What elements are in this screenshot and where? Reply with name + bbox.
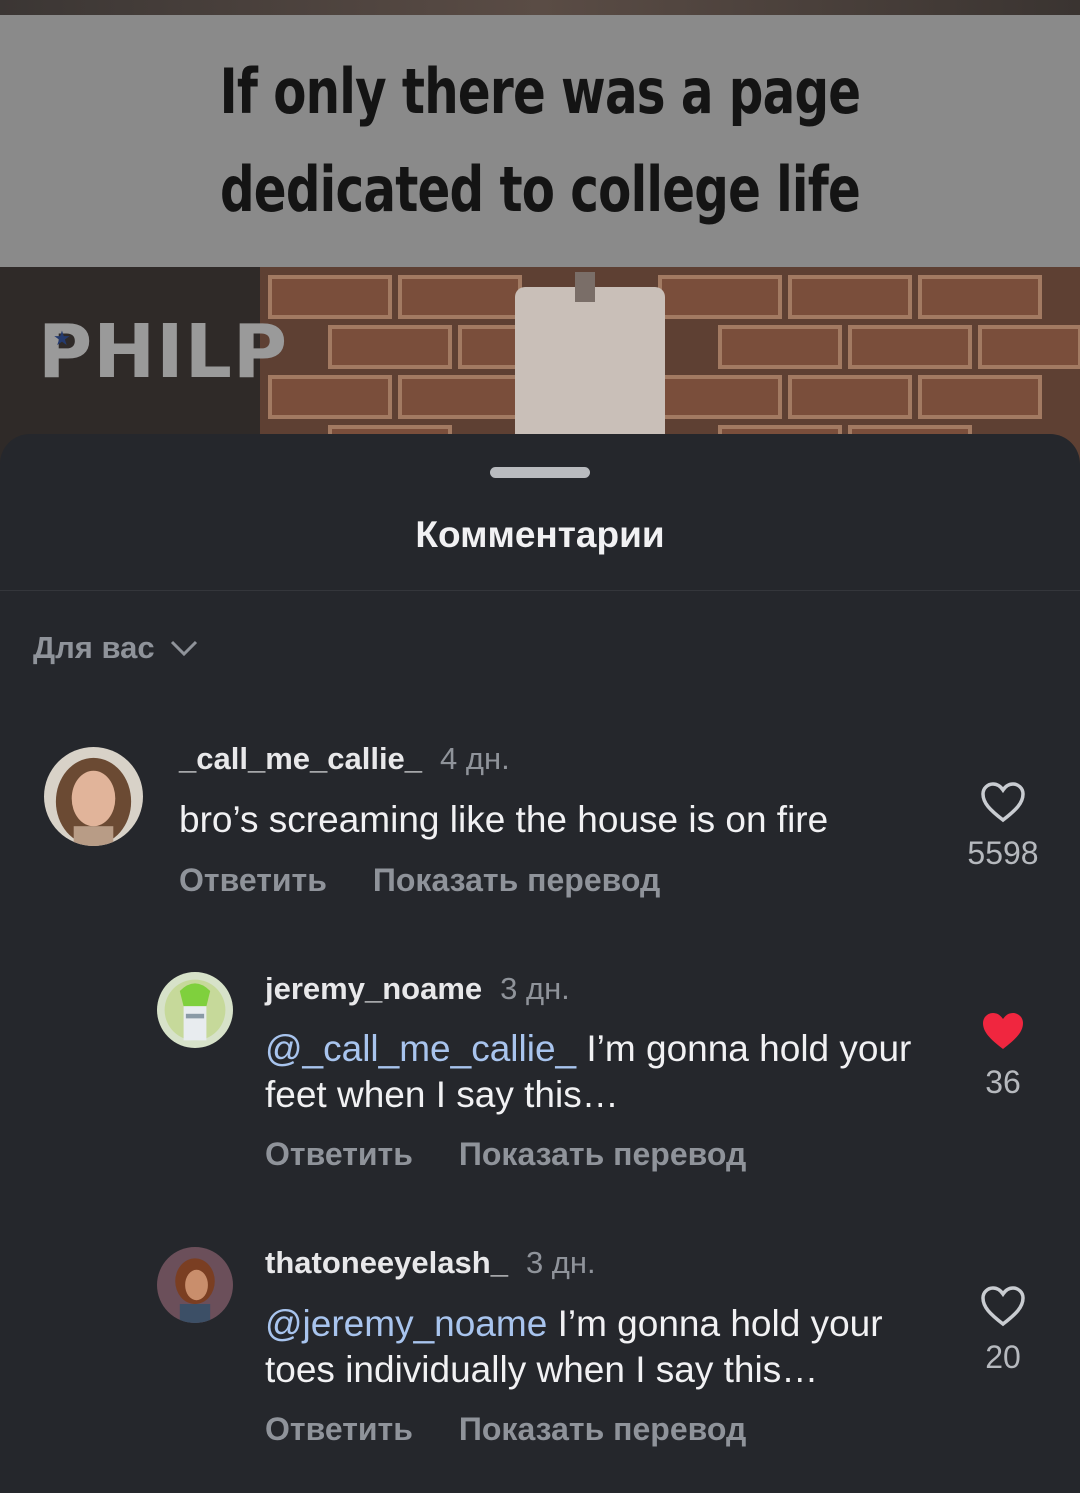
like-count: 36: [985, 1064, 1021, 1100]
sheet-title: Комментарии: [415, 514, 665, 555]
video-caption: If only there was a page dedicated to co…: [219, 55, 861, 226]
comment-username[interactable]: thatoneeyelash_: [265, 1245, 508, 1281]
comment-time: 3 дн.: [500, 971, 570, 1006]
comment-mention[interactable]: @jeremy_noame: [265, 1303, 547, 1344]
comment-mention[interactable]: @_call_me_callie_: [265, 1028, 576, 1069]
star-icon: ★: [53, 326, 72, 350]
comments-sheet: Комментарии Для вас _call_me_callie_ 4 д…: [0, 434, 1080, 1493]
show-translation-button[interactable]: Показать перевод: [459, 1411, 746, 1448]
video-background[interactable]: If only there was a page dedicated to co…: [0, 0, 1080, 470]
chevron-down-icon: [170, 640, 197, 657]
watermark-logo: ★ PHILP: [38, 309, 288, 395]
sort-label: Для вас: [33, 630, 155, 665]
heart-outline-icon: [981, 1286, 1025, 1327]
divider: [0, 590, 1080, 591]
reply-button[interactable]: Ответить: [265, 1411, 413, 1448]
like-count: 20: [985, 1339, 1021, 1375]
avatar[interactable]: [44, 747, 143, 846]
comment-username[interactable]: _call_me_callie_: [179, 741, 422, 777]
comment-text: @_call_me_callie_ I’m gonna hold your fe…: [265, 1026, 945, 1118]
avatar[interactable]: [157, 972, 233, 1048]
comment-time: 4 дн.: [440, 741, 510, 776]
reply-button[interactable]: Ответить: [179, 862, 327, 899]
like-button[interactable]: 20: [958, 1285, 1048, 1376]
like-button[interactable]: 5598: [958, 781, 1048, 872]
heart-outline-icon: [981, 782, 1025, 823]
show-translation-button[interactable]: Показать перевод: [459, 1136, 746, 1173]
sort-dropdown[interactable]: Для вас: [33, 630, 199, 666]
comment-body: bro’s screaming like the house is on fir…: [179, 799, 829, 840]
heart-filled-icon: [983, 1013, 1023, 1049]
comment-text: bro’s screaming like the house is on fir…: [179, 797, 899, 843]
sheet-drag-handle[interactable]: [490, 467, 590, 478]
avatar[interactable]: [157, 1247, 233, 1323]
show-translation-button[interactable]: Показать перевод: [373, 862, 660, 899]
comment-username[interactable]: jeremy_noame: [265, 971, 482, 1007]
like-count: 5598: [967, 835, 1039, 871]
video-top-strip: [0, 0, 1080, 15]
comment-time: 3 дн.: [525, 1245, 596, 1280]
like-button[interactable]: 36: [958, 1010, 1048, 1101]
reply-button[interactable]: Ответить: [265, 1136, 413, 1173]
watermark-text: PHILP: [38, 309, 289, 395]
caption-banner: If only there was a page dedicated to co…: [0, 15, 1080, 267]
comment-text: @jeremy_noame I’m gonna hold your toes i…: [265, 1301, 945, 1393]
